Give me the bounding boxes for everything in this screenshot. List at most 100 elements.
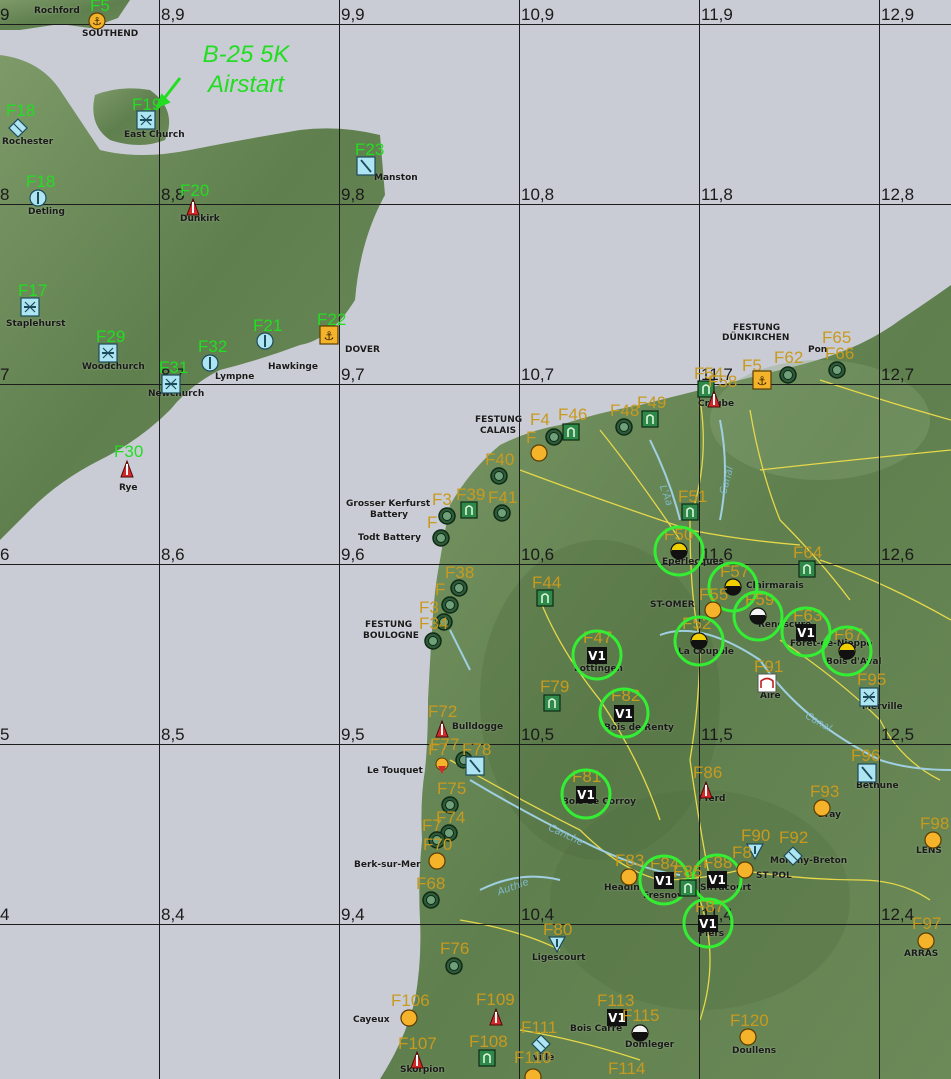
- xbox-icon[interactable]: [859, 687, 879, 707]
- gold-icon[interactable]: [427, 851, 447, 871]
- bunker-icon[interactable]: [437, 506, 457, 526]
- circbar-icon[interactable]: [28, 188, 48, 208]
- tower-icon[interactable]: [183, 197, 203, 217]
- place-label: Lympne: [215, 372, 255, 382]
- bunkerwhite-icon[interactable]: [748, 606, 768, 626]
- svg-text:⚓: ⚓: [324, 329, 335, 343]
- place-label: Manston: [374, 173, 418, 183]
- gold-icon[interactable]: [812, 798, 832, 818]
- svg-text:⚓: ⚓: [757, 374, 768, 388]
- gold-icon[interactable]: [399, 1008, 419, 1028]
- svg-text:⚓: ⚓: [92, 15, 102, 28]
- place-label: CALAIS: [480, 426, 517, 436]
- place-label: Ligescourt: [532, 953, 586, 963]
- grid-label: 12,6: [881, 545, 915, 564]
- diamond-icon[interactable]: [8, 118, 28, 138]
- tower-icon[interactable]: [117, 459, 137, 479]
- place-label: BOULOGNE: [363, 631, 419, 641]
- grid-label: 4: [0, 905, 10, 924]
- hangar-icon[interactable]: [757, 673, 777, 693]
- grid-label: 9,6: [341, 545, 365, 564]
- bunkerwhite-icon[interactable]: [630, 1023, 650, 1043]
- v1-icon[interactable]: V1: [697, 913, 719, 933]
- tower-icon[interactable]: [407, 1050, 427, 1070]
- map-canvas[interactable]: 98,99,910,911,912,988,89,810,811,812,878…: [0, 0, 951, 1079]
- tower-icon[interactable]: [696, 780, 716, 800]
- xbox-icon[interactable]: [161, 374, 181, 394]
- tri-icon[interactable]: [547, 934, 567, 954]
- bunker-icon[interactable]: [778, 365, 798, 385]
- tower-icon[interactable]: [486, 1007, 506, 1027]
- rocket-icon[interactable]: [535, 588, 555, 608]
- gold-icon[interactable]: [735, 860, 755, 880]
- rocket-icon[interactable]: [459, 500, 479, 520]
- bunker-icon[interactable]: [421, 890, 441, 910]
- grid-label: 12,7: [881, 365, 915, 384]
- grid-label: 8,9: [161, 5, 185, 24]
- gold-icon[interactable]: [916, 931, 936, 951]
- bunker-icon[interactable]: [431, 528, 451, 548]
- svg-text:V1: V1: [577, 788, 595, 802]
- circbar-icon[interactable]: [200, 353, 220, 373]
- airstart-annotation: B-25 5K Airstart: [176, 40, 316, 100]
- gold-icon[interactable]: [523, 1067, 543, 1079]
- bunker-icon[interactable]: [614, 417, 634, 437]
- rocket-icon[interactable]: [640, 409, 660, 429]
- place-label: Rochford: [34, 6, 80, 16]
- grid-label: 8,5: [161, 725, 185, 744]
- tower-icon[interactable]: [704, 389, 724, 409]
- grid-label: 10,5: [521, 725, 555, 744]
- place-label: DOVER: [345, 345, 380, 355]
- v1-icon[interactable]: V1: [575, 784, 597, 804]
- place-label: ST POL: [756, 871, 792, 881]
- svg-text:V1: V1: [655, 874, 673, 888]
- place-label: Grosser Kerfurst: [346, 499, 431, 509]
- bunkerhalf-icon[interactable]: [837, 641, 857, 661]
- grid-label: 9,8: [341, 185, 365, 204]
- grid-label: 10,7: [521, 365, 555, 384]
- v1-icon[interactable]: V1: [613, 703, 635, 723]
- v1-icon[interactable]: V1: [795, 622, 817, 642]
- anchorbox-icon[interactable]: ⚓: [319, 325, 339, 345]
- svg-text:V1: V1: [699, 917, 717, 931]
- svg-text:V1: V1: [797, 626, 815, 640]
- feature-id-label: F114: [608, 1059, 646, 1078]
- xbox-icon[interactable]: [136, 110, 156, 130]
- slash-icon[interactable]: [356, 156, 376, 176]
- v1-icon[interactable]: V1: [706, 869, 728, 889]
- grid-label: 11,9: [701, 5, 733, 24]
- v1-icon[interactable]: V1: [586, 645, 608, 665]
- slash-icon[interactable]: [465, 756, 485, 776]
- gold-icon[interactable]: [529, 443, 549, 463]
- anchorbox-icon[interactable]: ⚓: [752, 370, 772, 390]
- xbox-icon[interactable]: [20, 297, 40, 317]
- bunker-icon[interactable]: [444, 956, 464, 976]
- bunker-icon[interactable]: [827, 360, 847, 380]
- bunker-icon[interactable]: [489, 466, 509, 486]
- bunkerhalf-icon[interactable]: [669, 541, 689, 561]
- anchorgold-icon[interactable]: ⚓: [87, 11, 107, 31]
- rocket-icon[interactable]: [542, 693, 562, 713]
- place-label: Le Touquet: [367, 766, 423, 776]
- place-label: Todt Battery: [358, 533, 421, 543]
- bunker-icon[interactable]: [492, 503, 512, 523]
- diamond-icon[interactable]: [783, 846, 803, 866]
- grid-label: 8: [0, 185, 10, 204]
- towergold-icon[interactable]: [432, 756, 452, 776]
- svg-text:V1: V1: [588, 649, 606, 663]
- gold-icon[interactable]: [923, 830, 943, 850]
- gold-icon[interactable]: [738, 1027, 758, 1047]
- place-label: Detling: [28, 207, 65, 217]
- bunker-icon[interactable]: [423, 631, 443, 651]
- rocket-icon[interactable]: [680, 502, 700, 522]
- bunkerhalf-icon[interactable]: [689, 631, 709, 651]
- v1-icon[interactable]: V1: [653, 870, 675, 890]
- rocket-icon[interactable]: [477, 1048, 497, 1068]
- grid-label: 11,5: [701, 725, 733, 744]
- xbox-icon[interactable]: [98, 343, 118, 363]
- circbar-icon[interactable]: [255, 331, 275, 351]
- rocket-icon[interactable]: [561, 422, 581, 442]
- grid-label: 6: [0, 545, 10, 564]
- rocket-icon[interactable]: [797, 559, 817, 579]
- slash-icon[interactable]: [857, 763, 877, 783]
